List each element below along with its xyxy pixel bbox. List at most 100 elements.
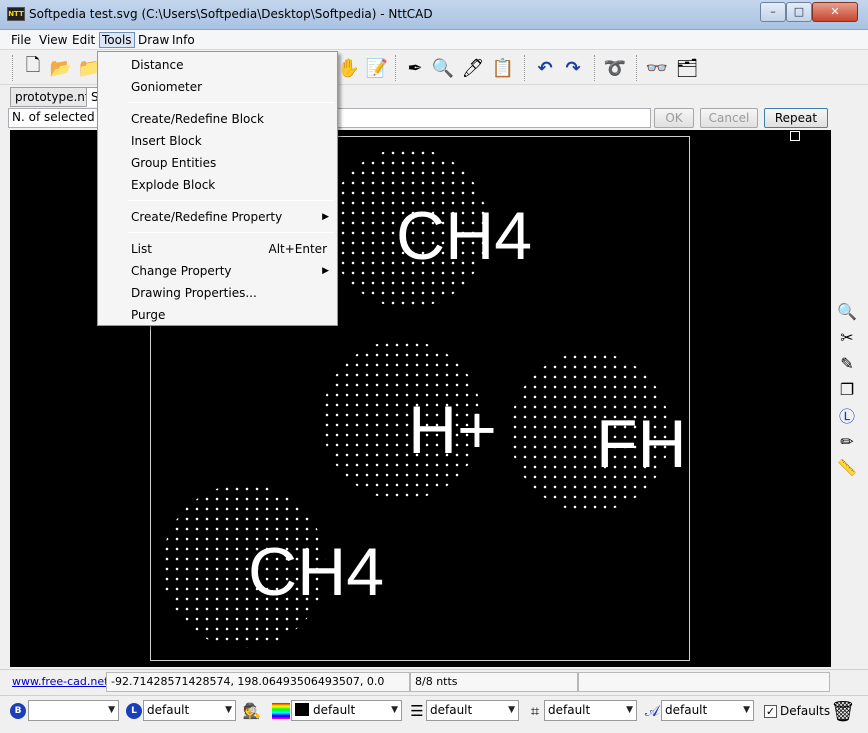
hatch-icon: ⌗ <box>530 702 540 720</box>
toolbar-grip[interactable] <box>12 55 15 81</box>
status-bar: www.free-cad.net -92.71428571428574, 198… <box>0 669 868 693</box>
ok-button[interactable]: OK <box>654 108 694 128</box>
zoom-icon[interactable]: 🔍 <box>430 55 456 81</box>
menu-item-label: Explode Block <box>131 178 216 192</box>
measure-icon[interactable]: 📏 <box>835 456 859 478</box>
redo-icon[interactable]: ↷ <box>560 55 586 81</box>
right-toolbar: 🔍 ✂ ✎ ❐ Ⓛ ✏ 📏 <box>833 300 861 480</box>
linetype-select[interactable]: default ▼ <box>426 700 519 721</box>
menu-item-insert-block[interactable]: Insert Block <box>98 131 337 151</box>
menu-item-label: Insert Block <box>131 134 202 148</box>
toolbar-grip[interactable] <box>594 55 597 81</box>
menu-view[interactable]: View <box>37 32 69 48</box>
website-link[interactable]: www.free-cad.net <box>12 675 108 688</box>
pen-tool-icon[interactable]: 🖊 <box>460 55 486 81</box>
submenu-arrow-icon: ▶ <box>322 266 329 276</box>
menu-tools[interactable]: Tools <box>99 32 135 48</box>
menu-separator <box>128 200 334 201</box>
menu-file[interactable]: File <box>9 32 33 48</box>
scissors-icon[interactable]: ✂ <box>835 326 859 348</box>
menu-info[interactable]: Info <box>170 32 197 48</box>
menu-item-change-property[interactable]: Change Property ▶ <box>98 261 337 281</box>
canvas-text[interactable]: CH4 <box>396 202 532 270</box>
maximize-button[interactable]: □ <box>786 2 812 22</box>
menu-item-label: Create/Redefine Property <box>131 210 283 224</box>
layer-select[interactable]: default ▼ <box>143 700 236 721</box>
zoom-icon[interactable]: 🔍 <box>835 300 859 322</box>
undo-icon[interactable]: ↶ <box>532 55 558 81</box>
menu-item-create-redefine-block[interactable]: Create/Redefine Block <box>98 109 337 129</box>
cancel-button[interactable]: Cancel <box>700 108 758 128</box>
canvas-text[interactable]: H+ <box>408 396 497 464</box>
close-button[interactable]: ✕ <box>812 2 858 22</box>
toolbar-grip[interactable] <box>636 55 639 81</box>
layer-manager-icon[interactable]: 🕵 <box>241 700 263 722</box>
textstyle-select[interactable]: default ▼ <box>661 700 754 721</box>
menu-item-goniometer[interactable]: Goniometer <box>98 77 337 97</box>
menu-draw[interactable]: Draw <box>136 32 171 48</box>
pan-hand-icon[interactable]: ✋ <box>336 55 362 81</box>
menu-item-label: Goniometer <box>131 80 203 94</box>
chevron-down-icon[interactable]: ▼ <box>626 703 633 718</box>
new-file-icon[interactable]: 🗋 <box>20 55 46 81</box>
chevron-down-icon[interactable]: ▼ <box>508 703 515 718</box>
menu-item-label: List <box>131 242 152 256</box>
menu-item-purge[interactable]: Purge <box>98 305 337 325</box>
defaults-label: Defaults <box>780 704 831 718</box>
chevron-down-icon[interactable]: ▼ <box>225 703 232 718</box>
textstyle-select-value: default <box>665 703 708 717</box>
layer-l-icon[interactable]: Ⓛ <box>835 404 859 426</box>
glasses-icon[interactable]: 👓 <box>644 55 670 81</box>
repeat-button[interactable]: Repeat <box>764 108 828 128</box>
menu-item-explode-block[interactable]: Explode Block <box>98 175 337 195</box>
menu-item-drawing-properties[interactable]: Drawing Properties... <box>98 283 337 303</box>
menu-item-list[interactable]: List Alt+Enter <box>98 239 337 259</box>
shortcut-label: Alt+Enter <box>268 242 327 256</box>
properties-bar: B ▼ L default ▼ 🕵 default ▼ ☰ default ▼ … <box>0 695 868 725</box>
pencil-icon[interactable]: ✏ <box>835 430 859 452</box>
chevron-down-icon[interactable]: ▼ <box>743 703 750 718</box>
menu-item-label: Distance <box>131 58 184 72</box>
menu-item-label: Drawing Properties... <box>131 286 257 300</box>
menu-item-label: Group Entities <box>131 156 217 170</box>
defaults-checkbox[interactable]: ✓ <box>764 705 777 718</box>
toolbar-grip[interactable] <box>395 55 398 81</box>
nttcad-logo-icon[interactable]: NTT <box>7 7 25 21</box>
window-title: Softpedia test.svg (C:\Users\Softpedia\D… <box>29 7 433 21</box>
menu-item-create-redefine-property[interactable]: Create/Redefine Property ▶ <box>98 207 337 227</box>
canvas-text[interactable]: CH4 <box>248 538 384 606</box>
canvas-handle[interactable] <box>790 131 800 141</box>
color-select[interactable]: default ▼ <box>291 700 402 721</box>
menu-separator <box>128 232 334 233</box>
menu-separator <box>128 102 334 103</box>
menu-bar: File View Edit Tools Draw Info <box>0 30 868 50</box>
menu-item-group-entities[interactable]: Group Entities <box>98 153 337 173</box>
chevron-down-icon[interactable]: ▼ <box>108 703 115 718</box>
layer-select-value: default <box>147 703 190 717</box>
layer-icon: L <box>126 703 142 719</box>
submenu-arrow-icon: ▶ <box>322 212 329 222</box>
title-bar[interactable]: NTT Softpedia test.svg (C:\Users\Softped… <box>0 0 868 30</box>
lasso-icon[interactable]: ➰ <box>602 55 628 81</box>
tools-dropdown-menu: Distance Goniometer Create/Redefine Bloc… <box>97 51 338 326</box>
canvas-text[interactable]: FH <box>596 410 687 478</box>
chevron-down-icon[interactable]: ▼ <box>391 703 398 718</box>
menu-edit[interactable]: Edit <box>70 32 97 48</box>
open-file-icon[interactable]: 📂 <box>48 55 74 81</box>
menu-item-distance[interactable]: Distance <box>98 55 337 75</box>
edit-icon[interactable]: ✎ <box>835 352 859 374</box>
paste-icon[interactable]: 📋 <box>490 55 516 81</box>
block-icon: B <box>10 703 26 719</box>
trash-bin-icon[interactable]: 🗑 <box>830 698 856 724</box>
move-tool-icon[interactable]: ✒ <box>402 55 428 81</box>
minimize-button[interactable]: – <box>760 2 786 22</box>
hatch-select[interactable]: default ▼ <box>544 700 637 721</box>
layers-icon[interactable]: 🗂 <box>674 55 700 81</box>
edit-document-icon[interactable]: 📝 <box>364 55 390 81</box>
block-select[interactable]: ▼ <box>28 700 119 721</box>
copy-icon[interactable]: ❐ <box>835 378 859 400</box>
color-palette-icon[interactable] <box>272 703 290 719</box>
color-swatch <box>295 703 309 716</box>
coordinates-readout: -92.71428571428574, 198.06493506493507, … <box>106 672 410 692</box>
toolbar-grip[interactable] <box>524 55 527 81</box>
